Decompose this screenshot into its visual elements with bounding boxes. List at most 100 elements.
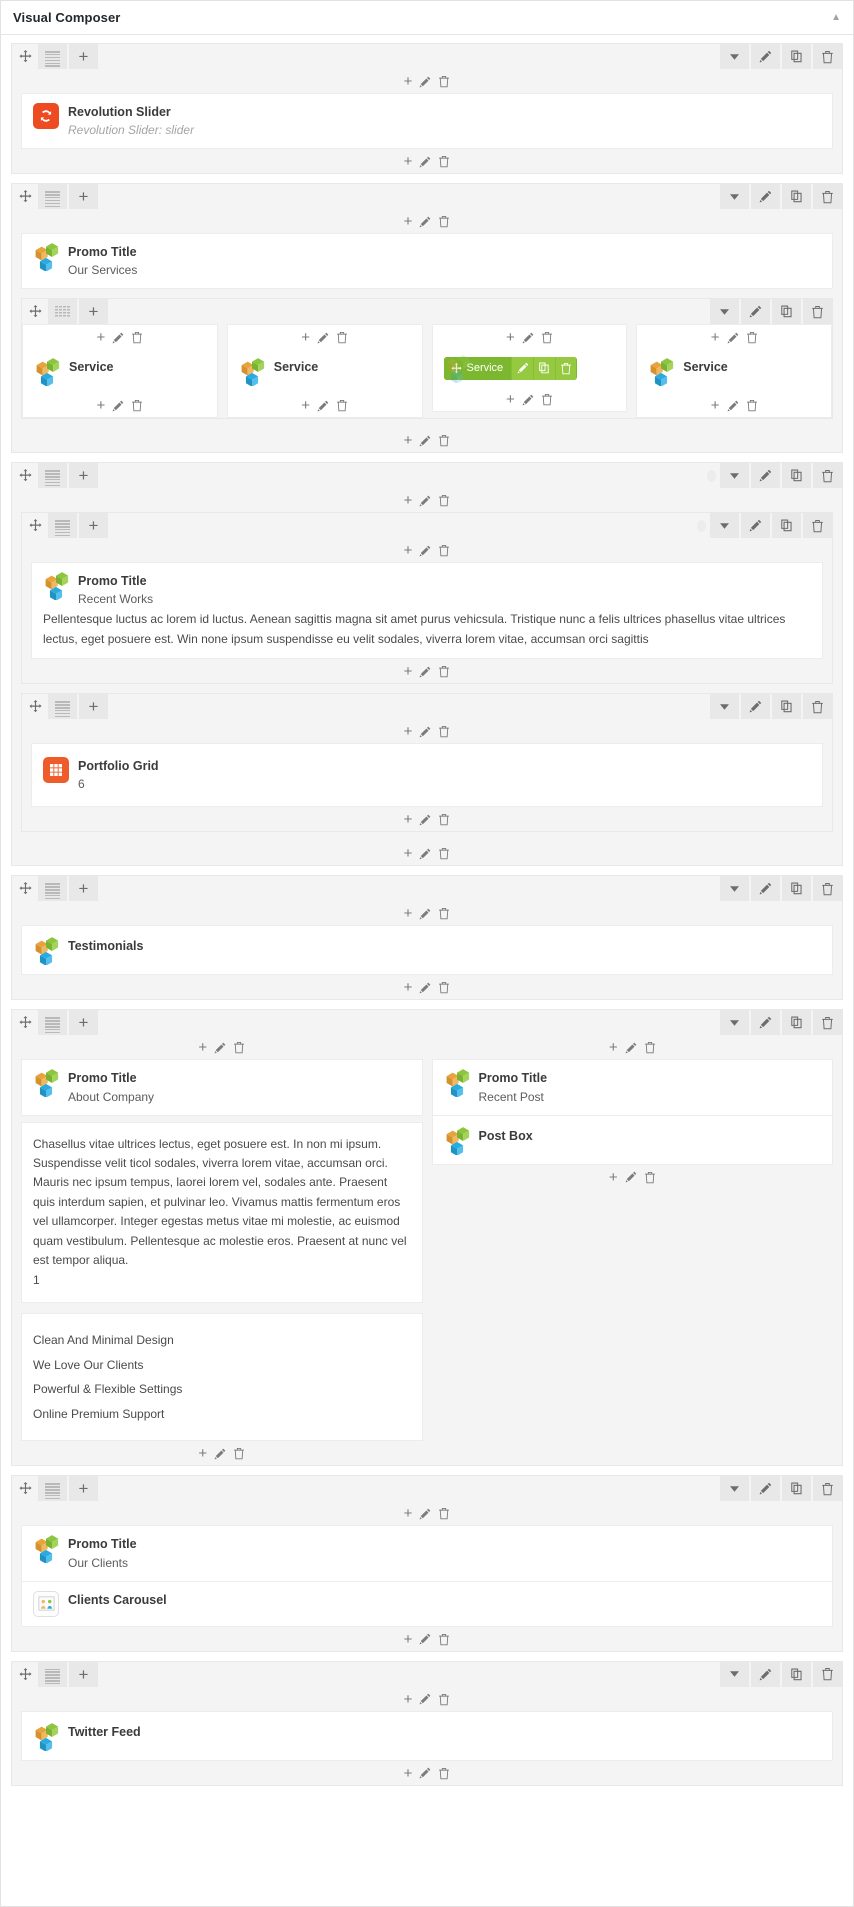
edit-element-icon[interactable]: [112, 332, 124, 344]
row-services-columns[interactable]: + + Service + + Service + + Service + + …: [21, 298, 833, 420]
delete-element-icon[interactable]: [438, 544, 450, 557]
add-element-icon[interactable]: +: [609, 1170, 618, 1185]
add-element-icon[interactable]: +: [96, 330, 105, 345]
row-services[interactable]: + + Promo Title Our Services + + Service…: [11, 183, 843, 454]
edit-element-icon[interactable]: [112, 400, 124, 412]
edit-element-icon[interactable]: [419, 982, 431, 994]
edit-element-icon[interactable]: [419, 216, 431, 228]
delete-element-icon[interactable]: [438, 494, 450, 507]
edit-element-icon[interactable]: [419, 156, 431, 168]
edit-element-icon[interactable]: [419, 848, 431, 860]
chevron-down-icon[interactable]: [720, 44, 749, 69]
layout-icon[interactable]: [38, 184, 67, 210]
edit-element-icon[interactable]: [419, 1693, 431, 1705]
add-element-button[interactable]: +: [79, 694, 108, 720]
element-about-company-list[interactable]: Clean And Minimal Design We Love Our Cli…: [21, 1313, 423, 1442]
edit-row-button[interactable]: [741, 694, 770, 720]
move-icon[interactable]: [12, 44, 38, 69]
delete-element-icon[interactable]: [438, 75, 450, 88]
move-icon[interactable]: [22, 513, 48, 538]
element-twitter-feed[interactable]: Twitter Feed: [21, 1710, 833, 1761]
edit-element-icon[interactable]: [727, 332, 739, 344]
element-promo-title-recent-works[interactable]: Promo Title Recent Works Pellentesque lu…: [31, 562, 823, 660]
row-clients[interactable]: + + Promo Title Our Clients Clients Caro…: [11, 1475, 843, 1652]
delete-element-icon[interactable]: [438, 215, 450, 228]
delete-row-button[interactable]: [813, 184, 842, 210]
add-element-button[interactable]: +: [69, 1661, 98, 1687]
delete-element-icon[interactable]: [644, 1171, 656, 1184]
chevron-down-icon[interactable]: [720, 876, 749, 902]
clone-row-button[interactable]: [782, 1010, 811, 1036]
add-element-icon[interactable]: +: [609, 1040, 618, 1055]
delete-element-icon[interactable]: [438, 907, 450, 920]
move-icon[interactable]: [22, 299, 48, 324]
edit-element-icon[interactable]: [419, 666, 431, 678]
add-element-icon[interactable]: +: [404, 664, 413, 679]
row-about[interactable]: + + Promo Title About Company Chasellus …: [11, 1009, 843, 1467]
delete-element-icon[interactable]: [131, 399, 143, 412]
service-column[interactable]: + Service +: [22, 324, 218, 419]
chevron-down-icon[interactable]: [720, 1661, 749, 1687]
chevron-down-icon[interactable]: [720, 463, 749, 489]
layout-icon[interactable]: [38, 1661, 67, 1687]
add-element-button[interactable]: +: [79, 299, 108, 325]
element-clients-carousel[interactable]: Clients Carousel: [21, 1581, 833, 1627]
clone-row-button[interactable]: [782, 1661, 811, 1687]
column-recent-post[interactable]: + Promo Title Recent Post Post Box +: [431, 1035, 833, 1188]
edit-element-icon[interactable]: [419, 495, 431, 507]
move-icon[interactable]: [12, 876, 38, 901]
add-element-icon[interactable]: +: [404, 906, 413, 921]
delete-row-button[interactable]: [813, 1661, 842, 1687]
delete-element-icon[interactable]: [644, 1041, 656, 1054]
delete-row-button[interactable]: [813, 463, 842, 489]
edit-row-button[interactable]: [751, 463, 780, 489]
add-element-icon[interactable]: +: [404, 154, 413, 169]
edit-element-icon[interactable]: [522, 394, 534, 406]
add-element-icon[interactable]: +: [404, 724, 413, 739]
move-icon[interactable]: [12, 1476, 38, 1501]
delete-element-icon[interactable]: [438, 725, 450, 738]
element-revolution-slider[interactable]: Revolution Slider Revolution Slider: sli…: [21, 93, 833, 150]
edit-row-button[interactable]: [741, 513, 770, 539]
row-recent-works[interactable]: + + + + Promo Title Recent Works Pellent…: [11, 462, 843, 867]
element-promo-title-our-services[interactable]: Promo Title Our Services: [21, 233, 833, 290]
edit-element-icon[interactable]: [625, 1042, 637, 1054]
clone-row-button[interactable]: [772, 694, 801, 720]
chevron-down-icon[interactable]: [710, 513, 739, 539]
edit-element-icon[interactable]: [727, 400, 739, 412]
layout-icon[interactable]: [48, 299, 77, 325]
edit-element-icon[interactable]: [419, 1633, 431, 1645]
add-element-button[interactable]: +: [69, 876, 98, 902]
layout-icon[interactable]: [48, 513, 77, 539]
edit-row-button[interactable]: [741, 299, 770, 325]
element-promo-title-recent-post[interactable]: Promo Title Recent Post: [431, 1059, 833, 1116]
edit-row-button[interactable]: [751, 1476, 780, 1502]
add-element-icon[interactable]: +: [506, 392, 515, 407]
add-element-icon[interactable]: +: [711, 398, 720, 413]
delete-element-icon[interactable]: [131, 331, 143, 344]
delete-element-icon[interactable]: [746, 399, 758, 412]
add-element-button[interactable]: +: [69, 1010, 98, 1036]
clone-element-button[interactable]: [532, 356, 555, 380]
row-recent-works-text[interactable]: + + Promo Title Recent Works Pellentesqu…: [21, 512, 833, 685]
edit-element-icon[interactable]: [419, 726, 431, 738]
add-element-icon[interactable]: +: [404, 214, 413, 229]
move-icon[interactable]: [12, 1010, 38, 1035]
edit-element-icon[interactable]: [419, 435, 431, 447]
edit-element-icon[interactable]: [419, 1767, 431, 1779]
chevron-down-icon[interactable]: [720, 184, 749, 210]
delete-element-button[interactable]: [554, 356, 577, 380]
add-element-icon[interactable]: +: [404, 1632, 413, 1647]
delete-row-button[interactable]: [813, 1010, 842, 1036]
delete-row-button[interactable]: [803, 694, 832, 720]
add-element-icon[interactable]: +: [198, 1446, 207, 1461]
add-element-button[interactable]: +: [69, 184, 98, 210]
edit-element-icon[interactable]: [317, 400, 329, 412]
element-about-company-text[interactable]: Chasellus vitae ultrices lectus, eget po…: [21, 1121, 423, 1303]
add-element-button[interactable]: +: [69, 1476, 98, 1502]
delete-element-icon[interactable]: [438, 434, 450, 447]
delete-element-icon[interactable]: [438, 847, 450, 860]
edit-element-icon[interactable]: [522, 332, 534, 344]
move-icon[interactable]: [12, 463, 38, 488]
add-element-icon[interactable]: +: [301, 330, 310, 345]
